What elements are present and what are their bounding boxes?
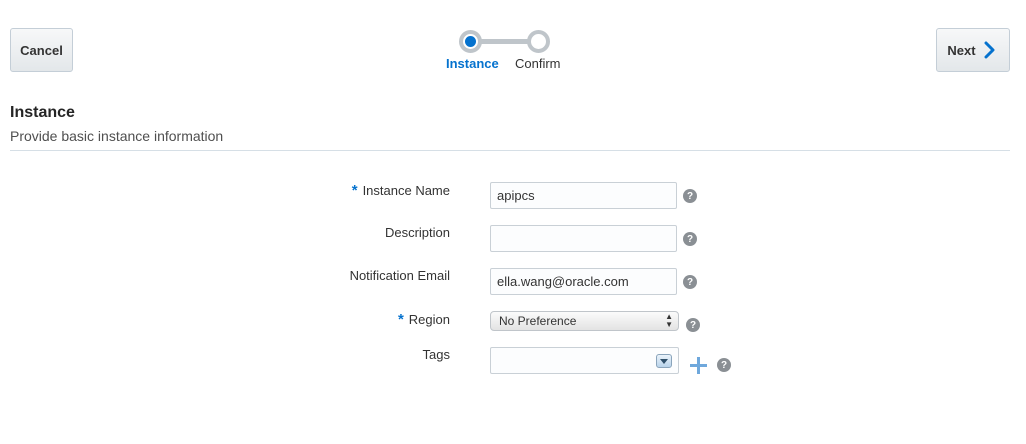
train-label-confirm[interactable]: Confirm — [515, 56, 561, 71]
required-marker: * — [351, 182, 358, 199]
help-icon[interactable]: ? — [683, 275, 697, 289]
description-row: Description ? — [0, 225, 1026, 255]
help-icon[interactable]: ? — [686, 318, 700, 332]
region-label: * Region — [397, 311, 450, 328]
section-subtitle: Provide basic instance information — [10, 128, 224, 144]
region-select[interactable]: No Preference ▲ ▼ — [490, 311, 679, 331]
select-arrows-icon: ▲ ▼ — [665, 312, 673, 329]
tags-row: Tags ? — [0, 347, 1026, 377]
section-divider — [10, 150, 1010, 151]
tags-combobox[interactable] — [490, 347, 679, 374]
chevron-down-icon[interactable] — [656, 354, 672, 368]
notification-email-input[interactable] — [490, 268, 677, 295]
instance-name-input[interactable] — [490, 182, 677, 209]
notification-email-label: Notification Email — [349, 268, 450, 283]
help-icon[interactable]: ? — [683, 232, 697, 246]
train-label-instance[interactable]: Instance — [446, 56, 499, 71]
next-button-label: Next — [947, 42, 976, 58]
next-button[interactable]: Next — [936, 28, 1010, 72]
description-label: Description — [384, 225, 450, 240]
region-row: * Region No Preference ▲ ▼ ? — [0, 311, 1026, 341]
instance-name-row: *Instance Name ? — [0, 182, 1026, 212]
chevron-right-icon — [984, 41, 995, 59]
required-marker: * — [397, 311, 404, 328]
cancel-button-label: Cancel — [20, 42, 63, 58]
current-step-dot — [465, 36, 476, 47]
train-stop-instance[interactable] — [459, 30, 482, 53]
notification-email-row: Notification Email ? — [0, 268, 1026, 298]
region-selected-value: No Preference — [499, 314, 577, 328]
help-icon[interactable]: ? — [717, 358, 731, 372]
train-stop-confirm[interactable] — [527, 30, 550, 53]
description-input[interactable] — [490, 225, 677, 252]
instance-name-label: * Instance Name — [351, 182, 450, 199]
section-title: Instance — [10, 104, 75, 121]
tags-label: Tags — [422, 347, 450, 362]
help-icon[interactable]: ? — [683, 189, 697, 203]
cancel-button[interactable]: Cancel — [10, 28, 73, 72]
plus-icon[interactable] — [690, 357, 707, 374]
